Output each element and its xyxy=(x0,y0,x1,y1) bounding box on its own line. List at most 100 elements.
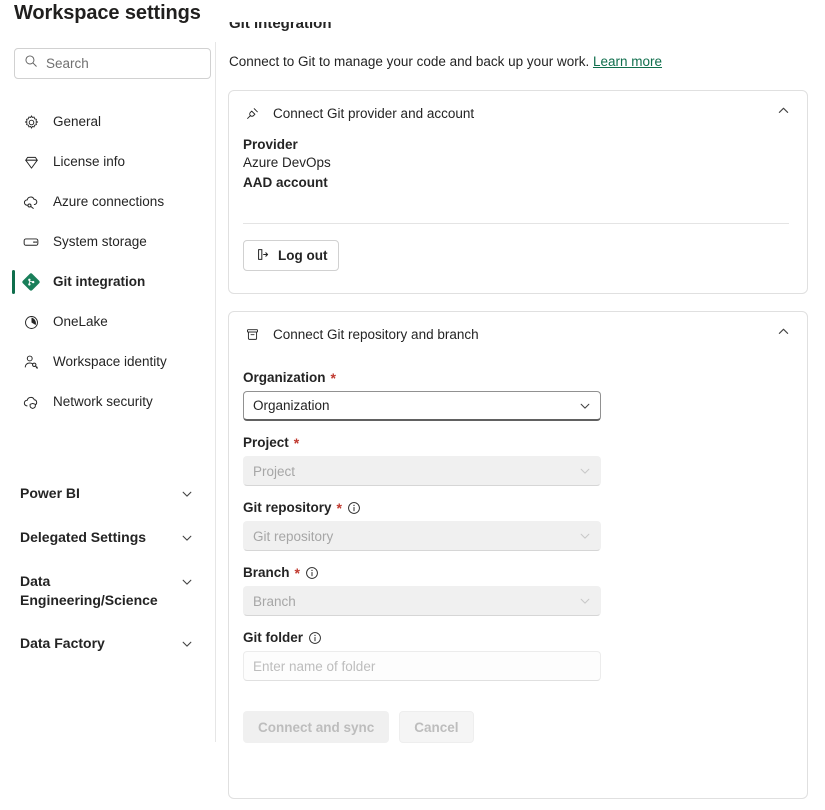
field-organization: Organization * Organization xyxy=(243,370,791,421)
project-label: Project xyxy=(243,435,289,450)
sidebar-group-label: Data Engineering/Science xyxy=(20,573,158,608)
sidebar-item-onelake[interactable]: OneLake xyxy=(0,302,216,342)
chevron-down-icon xyxy=(578,464,592,478)
connect-git-provider-card: Connect Git provider and account Provide… xyxy=(228,90,808,294)
search-box[interactable] xyxy=(14,48,211,79)
search-input[interactable] xyxy=(46,56,201,71)
storage-icon xyxy=(22,233,40,251)
sidebar-item-git-integration[interactable]: Git integration xyxy=(0,262,216,302)
field-branch: Branch * Branch xyxy=(243,565,791,616)
sidebar-item-label: Workspace identity xyxy=(53,354,167,370)
info-icon[interactable] xyxy=(305,566,319,580)
workspace-settings-dialog: Workspace settings General xyxy=(0,0,825,810)
settings-content-pane: Git integration Connect to Git to manage… xyxy=(228,0,825,810)
connect-and-sync-button[interactable]: Connect and sync xyxy=(243,711,390,743)
chevron-down-icon xyxy=(180,575,194,592)
branch-label-row: Branch * xyxy=(243,565,791,580)
provider-label: Provider xyxy=(243,137,298,152)
git-folder-label-row: Git folder xyxy=(243,630,791,645)
project-select: Project xyxy=(243,456,601,486)
chevron-down-icon xyxy=(180,637,194,654)
organization-select-value: Organization xyxy=(253,398,330,413)
person-key-icon xyxy=(22,353,40,371)
required-asterisk: * xyxy=(294,564,300,581)
info-icon[interactable] xyxy=(347,501,361,515)
description-text: Connect to Git to manage your code and b… xyxy=(229,54,590,69)
onelake-icon xyxy=(22,313,40,331)
sidebar-content-divider xyxy=(215,42,216,742)
repo-card-actions: Connect and sync Cancel xyxy=(243,711,791,743)
sidebar-group-power-bi[interactable]: Power BI xyxy=(0,472,216,516)
provider-card-body: Provider Azure DevOps AAD account Log ou… xyxy=(229,137,807,271)
repo-card-header[interactable]: Connect Git repository and branch xyxy=(229,312,807,356)
log-out-button[interactable]: Log out xyxy=(243,240,340,271)
sidebar-item-general[interactable]: General xyxy=(0,102,216,142)
git-repository-select: Git repository xyxy=(243,521,601,551)
sidebar-groups: Power BI Delegated Settings Data Enginee… xyxy=(0,472,216,666)
field-git-repository: Git repository * Git repository xyxy=(243,500,791,551)
git-folder-label: Git folder xyxy=(243,630,303,645)
repo-box-icon xyxy=(243,325,261,343)
info-icon[interactable] xyxy=(308,631,322,645)
git-icon xyxy=(22,273,40,291)
chevron-down-icon xyxy=(578,594,592,608)
sidebar-item-system-storage[interactable]: System storage xyxy=(0,222,216,262)
sidebar-item-label: OneLake xyxy=(53,314,108,330)
sidebar-item-label: Git integration xyxy=(53,274,146,290)
sidebar-item-azure-connections[interactable]: Azure connections xyxy=(0,182,216,222)
required-asterisk: * xyxy=(336,499,342,516)
chevron-down-icon xyxy=(578,399,592,413)
chevron-down-icon xyxy=(578,529,592,543)
chevron-up-icon[interactable] xyxy=(776,103,791,123)
branch-select-placeholder: Branch xyxy=(253,593,296,609)
project-select-placeholder: Project xyxy=(253,463,296,479)
chevron-up-icon[interactable] xyxy=(776,324,791,344)
sidebar-item-workspace-identity[interactable]: Workspace identity xyxy=(0,342,216,382)
field-project: Project * Project xyxy=(243,435,791,486)
sidebar-group-label: Delegated Settings xyxy=(20,529,147,545)
organization-label: Organization xyxy=(243,370,326,385)
git-repository-select-placeholder: Git repository xyxy=(253,528,334,544)
sidebar-item-label: System storage xyxy=(53,234,147,250)
required-asterisk: * xyxy=(330,369,336,386)
cloud-link-icon xyxy=(22,193,40,211)
cancel-button[interactable]: Cancel xyxy=(399,711,474,743)
git-repository-label: Git repository xyxy=(243,500,332,515)
connect-git-repository-card: Connect Git repository and branch Organi… xyxy=(228,311,808,799)
git-repository-label-row: Git repository * xyxy=(243,500,791,515)
section-description: Connect to Git to manage your code and b… xyxy=(229,54,662,69)
sidebar-item-label: License info xyxy=(53,154,126,170)
gear-icon xyxy=(22,113,40,131)
logout-row: Log out xyxy=(243,240,791,271)
sidebar-group-label: Data Factory xyxy=(20,634,105,651)
sign-out-icon xyxy=(255,247,270,265)
organization-label-row: Organization * xyxy=(243,370,791,385)
required-asterisk: * xyxy=(293,434,300,451)
sidebar-item-label: Network security xyxy=(53,394,153,410)
sidebar-item-label: Azure connections xyxy=(53,194,165,210)
section-heading-clipped: Git integration xyxy=(229,22,332,32)
page-title: Workspace settings xyxy=(14,2,201,24)
sidebar-group-data-engineering-science[interactable]: Data Engineering/Science xyxy=(0,560,216,622)
aad-account-label: AAD account xyxy=(243,175,328,190)
card-divider xyxy=(243,223,789,224)
chevron-down-icon xyxy=(180,531,194,548)
sidebar-group-data-factory[interactable]: Data Factory xyxy=(0,622,216,666)
learn-more-link[interactable]: Learn more xyxy=(593,54,662,69)
provider-card-header[interactable]: Connect Git provider and account xyxy=(229,91,807,135)
field-git-folder: Git folder xyxy=(243,630,791,681)
sidebar-nav-list: General License info Azure connections S… xyxy=(0,102,216,422)
sidebar-group-label: Power BI xyxy=(20,485,80,501)
search-icon xyxy=(24,54,38,73)
organization-select[interactable]: Organization xyxy=(243,391,601,421)
project-label-row: Project * xyxy=(243,435,791,450)
chevron-down-icon xyxy=(180,487,194,504)
diamond-icon xyxy=(22,153,40,171)
plug-icon xyxy=(243,104,261,122)
log-out-label: Log out xyxy=(278,248,328,263)
git-folder-input[interactable] xyxy=(243,651,601,681)
sidebar-item-license-info[interactable]: License info xyxy=(0,142,216,182)
sidebar-group-delegated-settings[interactable]: Delegated Settings xyxy=(0,516,216,560)
provider-value: Azure DevOps xyxy=(243,155,331,170)
sidebar-item-network-security[interactable]: Network security xyxy=(0,382,216,422)
